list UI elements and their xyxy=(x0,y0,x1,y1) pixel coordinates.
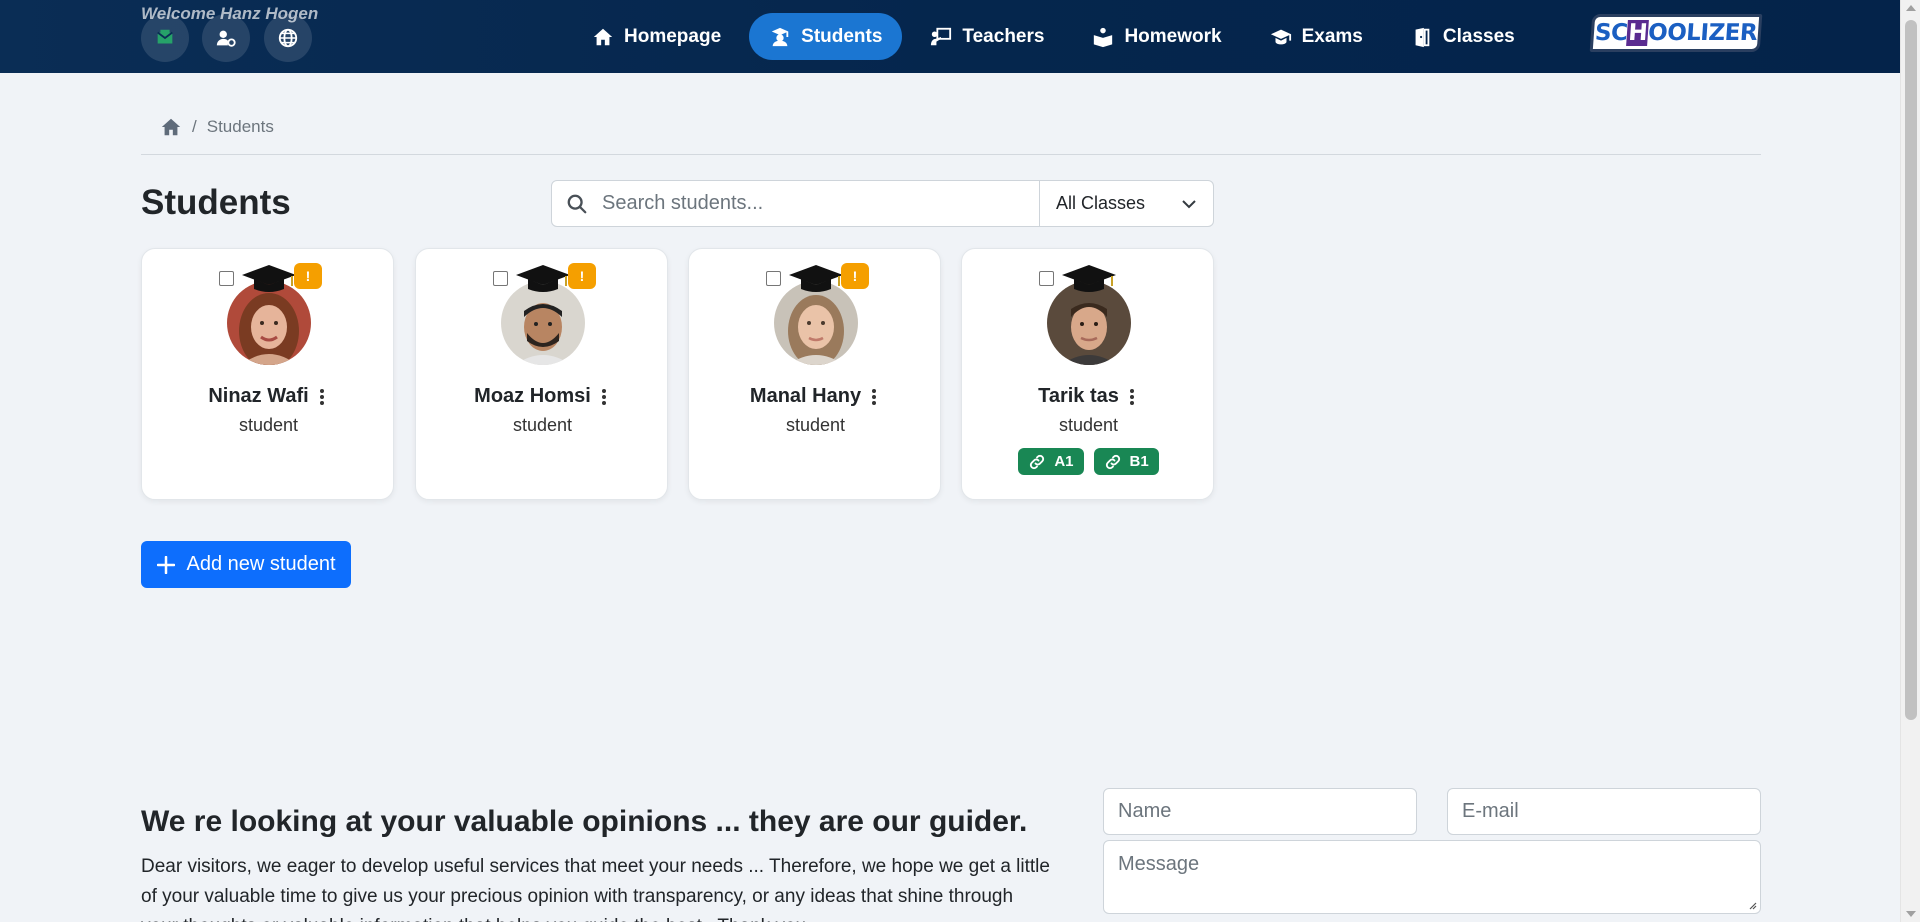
class-filter-value: All Classes xyxy=(1056,193,1146,213)
home-icon[interactable] xyxy=(160,116,182,138)
breadcrumb: / Students xyxy=(160,116,274,138)
avatar xyxy=(501,281,585,365)
book-reader-icon xyxy=(1094,27,1113,47)
graduation-cap-icon xyxy=(516,265,570,292)
student-name: Manal Hany xyxy=(749,385,862,407)
feedback-text: Dear visitors, we eager to develop usefu… xyxy=(141,856,1050,922)
student-card[interactable]: ! Manal Hany student xyxy=(688,248,941,500)
student-role: student xyxy=(785,415,846,435)
search-input[interactable] xyxy=(602,192,1022,215)
inbox-button[interactable] xyxy=(141,14,189,62)
nav-exams-label: Exams xyxy=(1301,25,1363,47)
nav-exams[interactable]: Exams xyxy=(1250,13,1383,60)
class-filter-select[interactable]: All Classes xyxy=(1040,180,1214,227)
avatar xyxy=(1047,281,1131,365)
message-placeholder: Message xyxy=(1118,853,1200,875)
inbox-icon xyxy=(157,29,173,44)
student-photo xyxy=(501,281,585,365)
page-title: Students xyxy=(141,183,291,222)
feedback-message-field[interactable]: Message xyxy=(1103,840,1761,914)
warning-badge[interactable]: ! xyxy=(841,263,869,289)
plus-icon xyxy=(156,555,175,574)
student-name: Moaz Homsi xyxy=(474,385,591,407)
more-options-icon[interactable] xyxy=(1125,386,1139,408)
student-role: student xyxy=(512,415,573,435)
name-placeholder: Name xyxy=(1118,800,1172,822)
scroll-thumb[interactable] xyxy=(1905,20,1917,720)
nav-students[interactable]: Students xyxy=(749,13,903,60)
link-icon xyxy=(1105,454,1120,469)
student-card[interactable]: ! Moaz Homsi student xyxy=(415,248,668,500)
user-settings-button[interactable] xyxy=(202,14,250,62)
nav-homework[interactable]: Homework xyxy=(1072,13,1241,60)
student-photo xyxy=(1047,281,1131,365)
student-role: student xyxy=(238,415,299,435)
add-new-student-button[interactable]: Add new student xyxy=(141,541,351,588)
resize-grip-icon[interactable] xyxy=(1747,900,1757,910)
student-card[interactable]: ! Ninaz Wafi student xyxy=(141,248,394,500)
scroll-down-arrow[interactable] xyxy=(1906,911,1916,917)
search-group: All Classes xyxy=(551,180,1214,227)
nav-teachers-label: Teachers xyxy=(962,25,1045,47)
feedback-name-field[interactable]: Name xyxy=(1103,788,1417,835)
class-tag-label: A1 xyxy=(1054,453,1074,470)
class-tag[interactable]: A1 xyxy=(1018,448,1084,475)
email-placeholder: E-mail xyxy=(1462,800,1519,822)
search-icon xyxy=(567,194,587,213)
nav-students-label: Students xyxy=(801,25,883,47)
home-icon xyxy=(593,28,613,45)
add-new-student-label: Add new student xyxy=(186,553,336,575)
warning-badge[interactable]: ! xyxy=(294,263,322,289)
nav-classes[interactable]: Classes xyxy=(1391,13,1535,60)
nav-homepage-label: Homepage xyxy=(624,25,722,47)
graduation-cap-icon xyxy=(1062,265,1116,292)
graduation-cap-icon xyxy=(1270,29,1291,44)
graduation-cap-icon xyxy=(789,265,843,292)
more-options-icon[interactable] xyxy=(597,386,611,408)
user-gear-icon xyxy=(216,30,236,47)
student-name-row: Moaz Homsi xyxy=(416,385,669,408)
breadcrumb-divider xyxy=(141,154,1761,155)
top-navbar: Welcome Hanz Hogen Homepage Students Tea… xyxy=(0,0,1900,73)
nav-homepage[interactable]: Homepage xyxy=(572,13,741,60)
breadcrumb-current: Students xyxy=(206,117,274,136)
page-scrollbar[interactable] xyxy=(1900,0,1920,922)
student-card[interactable]: Tarik tas student A1 B1 xyxy=(961,248,1214,500)
class-tag-label: B1 xyxy=(1129,453,1149,470)
feedback-title: We re looking at your valuable opinions … xyxy=(141,805,1028,838)
student-photo xyxy=(774,281,858,365)
link-icon xyxy=(1030,454,1045,469)
student-role: student xyxy=(1058,415,1119,435)
student-name-row: Manal Hany xyxy=(689,385,942,408)
search-box[interactable] xyxy=(551,180,1040,227)
graduation-cap-icon xyxy=(242,265,296,292)
door-icon xyxy=(1415,27,1430,47)
scroll-up-arrow[interactable] xyxy=(1906,5,1916,11)
avatar xyxy=(774,281,858,365)
nav-homework-label: Homework xyxy=(1124,25,1222,47)
schoolizer-logo[interactable]: SC H OOLIZER xyxy=(1589,14,1763,52)
student-name: Ninaz Wafi xyxy=(208,385,309,407)
more-options-icon[interactable] xyxy=(315,386,329,408)
class-tag[interactable]: B1 xyxy=(1093,448,1159,475)
teacher-icon xyxy=(931,27,952,45)
chevron-down-icon xyxy=(1182,199,1196,208)
avatar-wrap xyxy=(1044,261,1134,365)
breadcrumb-separator: / xyxy=(192,117,197,136)
student-name-row: Ninaz Wafi xyxy=(142,385,395,408)
more-options-icon[interactable] xyxy=(867,386,881,408)
student-name-row: Tarik tas xyxy=(962,385,1215,408)
avatar xyxy=(227,281,311,365)
nav-teachers[interactable]: Teachers xyxy=(910,13,1064,60)
nav-classes-label: Classes xyxy=(1442,25,1515,47)
student-icon xyxy=(771,27,789,46)
student-photo xyxy=(227,281,311,365)
language-button[interactable] xyxy=(264,14,312,62)
main-nav: Homepage Students Teachers Homework Exam… xyxy=(572,13,1535,60)
class-tags: A1 B1 xyxy=(962,448,1215,475)
student-name: Tarik tas xyxy=(1038,385,1119,407)
globe-icon xyxy=(278,28,298,48)
feedback-email-field[interactable]: E-mail xyxy=(1447,788,1761,835)
warning-badge[interactable]: ! xyxy=(568,263,596,289)
